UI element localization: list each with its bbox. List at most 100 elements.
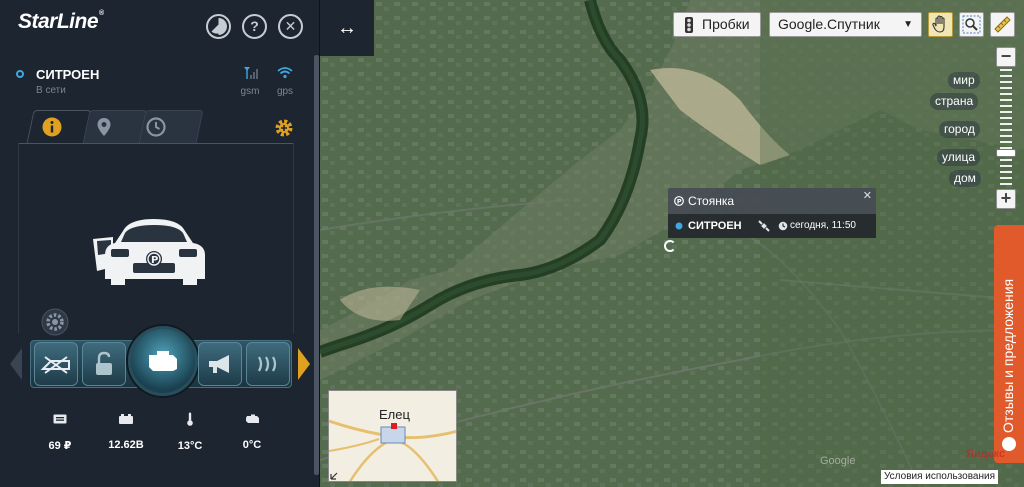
minimap-city-label: Елец [379,407,410,422]
scroll-left-arrow-icon[interactable] [8,346,24,382]
hand-icon [932,15,945,33]
popup-title: Стоянка [688,194,735,208]
map-pin-icon [97,118,111,136]
heater-icon [258,356,277,372]
brand-text: StarLine [18,10,99,33]
cabin-temp-value: 13°C [177,440,203,452]
sidebar: StarLine® ? ✕ СИТРОЕН В сети gsm gps P 6… [0,0,320,487]
stat-engine-temp: 0°C [222,412,282,451]
engine-temp-icon [246,414,259,423]
pan-tool-button[interactable] [928,12,953,37]
popup-time: сегодня, 11:50 [790,220,856,231]
gsm-signal-icon [244,67,258,79]
battery-value: 12.62В [108,439,144,451]
zoom-out-button[interactable]: − [996,47,1016,67]
brand-mark: ® [99,10,104,17]
vehicle-location-marker[interactable] [664,240,676,252]
gps-label: gps [276,86,294,97]
car-parked-icon: P [93,219,205,285]
gsm-label: gsm [240,86,260,97]
car-status-panel: P [18,143,294,333]
ruler-tool-button[interactable] [990,12,1015,37]
popup-vehicle-name: СИТРОЕН [688,220,742,232]
unlock-icon [96,351,112,375]
horn-icon [209,355,229,373]
ruler-icon [994,16,1011,33]
control-panel [8,326,312,398]
map-layer-select[interactable]: Google.Спутник ▼ [769,12,922,37]
magnifier-icon [962,15,981,34]
thermometer-icon [187,412,193,426]
zoom-area-tool-button[interactable] [959,12,984,37]
horn-button[interactable] [198,342,242,386]
theme-toggle-button[interactable] [206,14,231,39]
minimap[interactable]: Елец [328,390,457,482]
stat-battery: 12.62В [96,412,156,451]
minimap-canvas [329,419,456,481]
traffic-light-icon [685,17,693,33]
app-window: StarLine® ? ✕ СИТРОЕН В сети gsm gps P 6… [0,0,1024,487]
balance-value: 69 ₽ [48,440,72,452]
popup-body: СИТРОЕН сегодня, 11:50 [668,214,876,238]
google-watermark: Google [820,455,856,467]
zoom-level-city[interactable]: город [939,121,980,138]
feedback-label: Отзывы и предложения [1000,278,1016,433]
parking-popup[interactable]: P Стоянка ✕ СИТРОЕН сегодня, 11:50 [668,188,876,238]
clock-small-icon [778,221,788,231]
clock-icon [146,117,166,137]
scroll-right-arrow-icon[interactable] [296,346,312,382]
vehicle-stats: 69 ₽ 12.62В 13°C 0°C [30,412,290,457]
map-view[interactable]: ↔ Пробки Google.Спутник ▼ − + мир страна… [320,0,1024,487]
zoom-in-button[interactable]: + [996,189,1016,209]
gsm-signal: gsm [236,66,264,97]
scrollbar-thumb[interactable] [314,55,319,475]
vehicle-name: СИТРОЕН [36,67,100,82]
vehicle-tabs [26,110,298,144]
trunk-icon [40,356,70,374]
battery-icon [119,414,133,424]
traffic-label: Пробки [702,16,750,32]
trunk-button[interactable] [34,342,78,386]
info-icon [42,117,62,137]
help-button[interactable]: ? [242,14,267,39]
close-button[interactable]: ✕ [278,14,303,39]
expand-sidebar-button[interactable]: ↔ [320,0,374,56]
traffic-button[interactable]: Пробки [673,12,761,37]
close-icon: ✕ [284,18,297,34]
settings-gear-icon[interactable] [274,118,294,138]
tab-location[interactable] [82,110,148,144]
popup-header: P Стоянка ✕ [668,188,876,214]
contrast-icon [211,18,227,35]
zoom-level-house[interactable]: дом [949,170,981,187]
parking-icon: P [674,196,684,206]
vehicle-dot-icon [675,222,683,230]
feedback-tab[interactable]: Отзывы и предложения [994,225,1024,463]
stat-balance: 69 ₽ [30,412,90,452]
online-status-icon [16,70,24,78]
zoom-level-world[interactable]: мир [948,72,980,89]
satellite-icon [758,220,770,232]
engine-icon [149,351,177,371]
chevron-down-icon: ▼ [903,19,913,30]
zoom-slider-handle[interactable] [996,149,1016,157]
svg-text:P: P [677,197,682,205]
zoom-slider-track[interactable] [1000,69,1012,187]
map-watermark: Яндекс [966,448,1006,460]
zoom-level-country[interactable]: страна [930,93,979,110]
engine-temp-value: 0°C [242,439,262,451]
sidebar-scrollbar[interactable] [314,55,319,475]
terms-of-use-link[interactable]: Условия использования [881,470,998,484]
vehicle-status: В сети [36,85,66,96]
help-icon: ? [250,18,259,34]
svg-text:P: P [151,255,158,266]
engine-start-button[interactable] [128,326,198,396]
zoom-control: − + [996,47,1016,209]
vehicle-header[interactable]: СИТРОЕН В сети gsm gps [16,66,306,100]
lock-button[interactable] [82,342,126,386]
zoom-level-street[interactable]: улица [937,149,980,166]
map-layer-value: Google.Спутник [778,16,880,32]
popup-close-icon[interactable]: ✕ [863,188,872,204]
heater-button[interactable] [246,342,290,386]
balance-icon [53,414,67,424]
stat-cabin-temp: 13°C [160,412,220,452]
